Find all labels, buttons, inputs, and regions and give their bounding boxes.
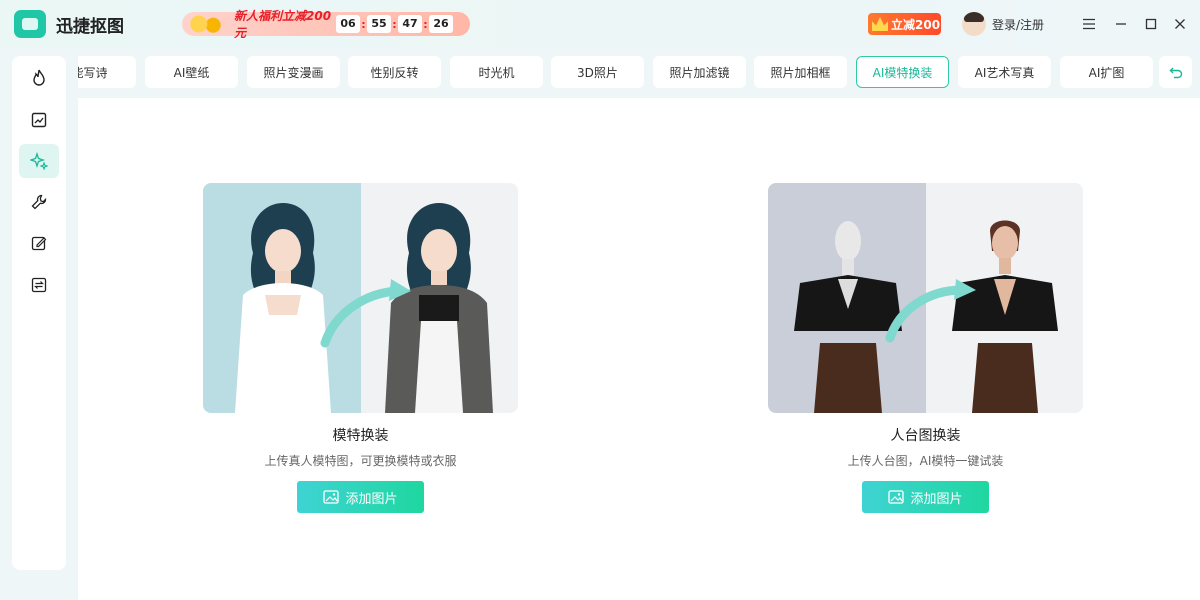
transform-arrow-icon (885, 279, 976, 343)
countdown-hours: 06 (336, 15, 360, 33)
countdown-separator: : (361, 17, 366, 31)
sidebar-item-convert[interactable] (19, 268, 59, 302)
countdown-separator: : (423, 17, 428, 31)
app-title: 迅捷抠图 (56, 17, 124, 37)
card-subtitle: 上传人台图，AI模特一键试装 (847, 454, 1004, 468)
add-image-button[interactable]: 添加图片 (297, 481, 424, 513)
minimize-button[interactable] (1111, 14, 1131, 34)
tab-ai-art-portrait[interactable]: AI艺术写真 (958, 56, 1051, 88)
model-swap-preview (203, 183, 518, 413)
tab-photo-to-comic[interactable]: 照片变漫画 (247, 56, 340, 88)
countdown-separator: : (392, 17, 397, 31)
login-link[interactable]: 登录/注册 (992, 16, 1044, 33)
sidebar-item-hot[interactable] (19, 61, 59, 95)
add-image-label: 添加图片 (345, 491, 398, 507)
close-icon (1175, 19, 1185, 29)
flame-icon (33, 69, 45, 86)
promo-banner[interactable]: 新人福利立减200元 06 : 55 : 47 : 26 (182, 9, 470, 40)
crown-icon (872, 17, 888, 31)
image-edit-icon (31, 112, 47, 128)
sidebar-item-ai[interactable] (19, 144, 59, 178)
close-button[interactable] (1170, 14, 1190, 34)
coin-icon (182, 12, 230, 36)
sidebar-item-image-edit[interactable] (19, 103, 59, 137)
tab-gender-swap[interactable]: 性别反转 (348, 56, 441, 88)
tab-time-machine[interactable]: 时光机 (450, 56, 543, 88)
mannequin-swap-preview (768, 183, 1083, 413)
tab-photo-filter[interactable]: 照片加滤镜 (653, 56, 746, 88)
tool-tabs: 能写诗 AI壁纸 照片变漫画 性别反转 时光机 3D照片 照片加滤镜 照片加相框… (78, 50, 1156, 94)
sidebar (12, 56, 66, 570)
image-icon (888, 490, 905, 504)
sidebar-item-edit[interactable] (19, 226, 59, 260)
card-subtitle: 上传真人模特图，可更换模特或衣服 (264, 454, 457, 468)
countdown-centiseconds: 26 (429, 15, 453, 33)
vip-label: 立减200 (891, 17, 941, 32)
tab-ai-model-outfit[interactable]: AI模特换装 (856, 56, 949, 88)
image-icon (323, 490, 340, 504)
undo-icon (1169, 67, 1182, 79)
countdown-seconds: 47 (398, 15, 422, 33)
back-button[interactable] (1159, 56, 1192, 88)
title-bar: 迅捷抠图 新人福利立减200元 06 : 55 : 47 : 26 立减200 … (0, 0, 1200, 48)
menu-button[interactable] (1079, 14, 1099, 34)
user-avatar[interactable] (962, 12, 986, 36)
card-title: 模特换装 (332, 428, 389, 444)
add-image-label: 添加图片 (910, 491, 963, 507)
pencil-icon (31, 236, 47, 251)
maximize-button[interactable] (1141, 14, 1161, 34)
app-logo-icon (14, 10, 46, 38)
sparkle-icon (30, 152, 48, 170)
promo-text: 新人福利立减200元 (234, 9, 332, 40)
tab-3d-photo[interactable]: 3D照片 (551, 56, 644, 88)
hamburger-icon (1083, 18, 1095, 30)
add-image-button[interactable]: 添加图片 (862, 481, 989, 513)
wrench-icon (31, 194, 47, 210)
countdown-minutes: 55 (367, 15, 391, 33)
main-panel: 模特换装 上传真人模特图，可更换模特或衣服 添加图片 人台图换装 上传人台图，A… (78, 98, 1200, 600)
card-title: 人台图换装 (890, 428, 961, 444)
tab-ai-wallpaper[interactable]: AI壁纸 (145, 56, 238, 88)
sidebar-item-tools[interactable] (19, 185, 59, 219)
convert-icon (31, 277, 47, 293)
minimize-icon (1116, 23, 1126, 25)
tab-ai-expand[interactable]: AI扩图 (1060, 56, 1153, 88)
maximize-icon (1145, 18, 1157, 30)
vip-discount-button[interactable]: 立减200 (868, 13, 941, 35)
transform-arrow-icon (320, 279, 411, 348)
tab-poem[interactable]: 能写诗 (78, 56, 136, 88)
tab-photo-frame[interactable]: 照片加相框 (754, 56, 847, 88)
